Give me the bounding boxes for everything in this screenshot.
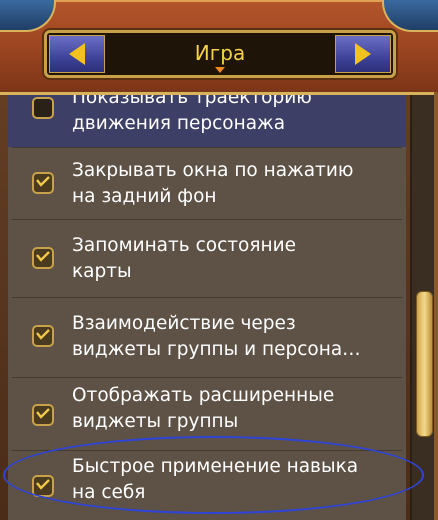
next-tab-button[interactable]: [335, 35, 391, 73]
check-icon: [36, 479, 50, 490]
header-corner-right: [382, 0, 438, 32]
divider: [12, 377, 402, 378]
tab-title: Игра: [194, 41, 246, 65]
header-corner-left: [0, 0, 56, 32]
arrow-right-icon: [355, 43, 371, 65]
window-header: Игра: [0, 0, 438, 95]
window-border: [434, 92, 438, 520]
dropdown-pointer-icon: [215, 67, 225, 73]
option-label: Взаимодействие через виджеты группы и пе…: [72, 313, 361, 360]
prev-tab-button[interactable]: [49, 35, 105, 73]
check-icon: [36, 329, 50, 340]
tab-selector: Игра: [44, 30, 396, 78]
divider: [12, 297, 402, 298]
option-row[interactable]: Отображать расширенные виджеты группы: [8, 379, 406, 449]
option-row[interactable]: Быстрое применение навыка на себя: [8, 453, 406, 520]
arrow-left-icon: [69, 43, 85, 65]
option-checkbox[interactable]: [32, 475, 54, 497]
divider: [12, 219, 402, 220]
option-row[interactable]: Взаимодействие через виджеты группы и пе…: [8, 301, 406, 371]
option-checkbox[interactable]: [32, 97, 54, 119]
divider: [12, 450, 402, 451]
option-row[interactable]: Показывать траекторию движения персонажа: [8, 95, 406, 147]
check-icon: [36, 176, 50, 187]
options-list: Показывать траекторию движения персонажа…: [8, 95, 406, 520]
option-label: Показывать траекторию движения персонажа: [72, 95, 312, 134]
option-label: Запоминать состояние карты: [72, 235, 296, 282]
option-checkbox[interactable]: [32, 247, 54, 269]
option-row[interactable]: Закрывать окна по нажатию на задний фон: [8, 150, 406, 216]
option-checkbox[interactable]: [32, 172, 54, 194]
check-icon: [36, 408, 50, 419]
check-icon: [36, 251, 50, 262]
scrollbar-track[interactable]: [410, 95, 436, 520]
option-label: Закрывать окна по нажатию на задний фон: [72, 160, 354, 207]
option-label: Отображать расширенные виджеты группы: [72, 385, 335, 432]
option-label: Быстрое применение навыка на себя: [72, 456, 359, 503]
divider: [12, 147, 402, 148]
option-checkbox[interactable]: [32, 325, 54, 347]
option-checkbox[interactable]: [32, 404, 54, 426]
option-row[interactable]: Запоминать состояние карты: [8, 223, 406, 293]
scrollbar-thumb[interactable]: [416, 291, 433, 437]
